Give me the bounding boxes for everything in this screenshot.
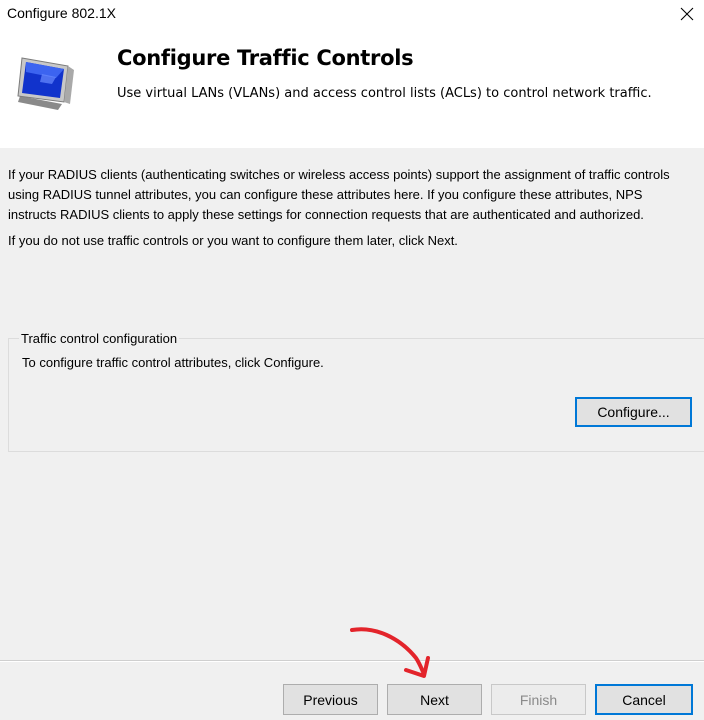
- wizard-header: Configure Traffic Controls Use virtual L…: [0, 30, 704, 148]
- finish-button[interactable]: Finish: [491, 684, 586, 715]
- instruction-text: If you do not use traffic controls or yo…: [8, 233, 458, 248]
- description-text: If your RADIUS clients (authenticating s…: [8, 167, 670, 222]
- close-icon: [680, 7, 694, 21]
- previous-button[interactable]: Previous: [283, 684, 378, 715]
- window-title: Configure 802.1X: [7, 5, 116, 21]
- monitor-icon: [17, 57, 74, 110]
- cancel-button[interactable]: Cancel: [595, 684, 693, 715]
- configure-button[interactable]: Configure...: [575, 397, 692, 427]
- traffic-control-group: Traffic control configuration To configu…: [8, 331, 704, 452]
- header-subtitle: Use virtual LANs (VLANs) and access cont…: [117, 86, 652, 101]
- close-button[interactable]: [670, 0, 704, 28]
- next-button[interactable]: Next: [387, 684, 482, 715]
- group-label: Traffic control configuration: [19, 331, 180, 346]
- group-description: To configure traffic control attributes,…: [22, 355, 324, 370]
- title-bar: Configure 802.1X: [0, 0, 704, 30]
- wizard-content: If your RADIUS clients (authenticating s…: [0, 148, 704, 660]
- footer-divider: [0, 660, 704, 662]
- header-title: Configure Traffic Controls: [117, 46, 414, 70]
